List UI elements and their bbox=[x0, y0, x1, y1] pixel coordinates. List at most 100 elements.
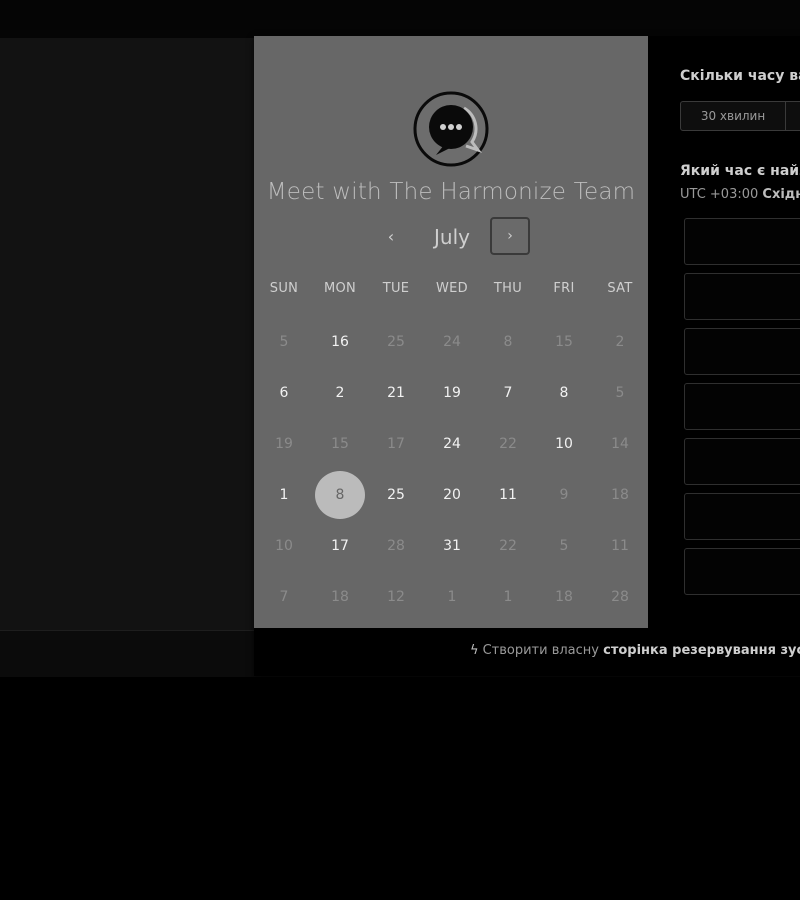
calendar-day-cell[interactable]: 25 bbox=[368, 469, 424, 520]
day-number: 21 bbox=[387, 384, 405, 401]
calendar-day-cell: 14 bbox=[592, 418, 648, 469]
day-number: 18 bbox=[555, 588, 573, 605]
selected-day-cell[interactable]: 8 bbox=[312, 469, 368, 520]
weekday-label: MON bbox=[323, 281, 357, 296]
calendar-week-row: 1 8 25 20 11 9 18 bbox=[256, 469, 648, 520]
day-number: 8 bbox=[315, 470, 365, 519]
day-number: 28 bbox=[387, 537, 405, 554]
day-number: 5 bbox=[279, 333, 289, 350]
previous-month-button[interactable]: ‹ bbox=[378, 220, 404, 254]
calendar-week-row: 6 2 21 19 7 8 5 bbox=[256, 367, 648, 418]
day-number: 6 bbox=[279, 384, 289, 401]
weekday-label: SAT bbox=[607, 281, 633, 296]
calendar-day-cell[interactable]: 31 bbox=[424, 520, 480, 571]
calendar-day-cell[interactable]: 1 bbox=[256, 469, 312, 520]
calendar-day-cell: 2 bbox=[592, 316, 648, 367]
day-number: 28 bbox=[611, 588, 629, 605]
chat-bubble-logo-icon bbox=[412, 90, 490, 168]
day-number: 24 bbox=[443, 333, 461, 350]
duration-option-30[interactable]: 30 хвилин bbox=[680, 101, 786, 131]
day-number: 12 bbox=[387, 588, 405, 605]
day-number: 9 bbox=[559, 486, 569, 503]
duration-options: 30 хвилин bbox=[680, 101, 800, 131]
calendar-day-cell: 11 bbox=[592, 520, 648, 571]
day-number: 1 bbox=[279, 486, 289, 503]
calendar-day-cell: 9 bbox=[536, 469, 592, 520]
calendar-day-cell[interactable]: 16 bbox=[312, 316, 368, 367]
day-number: 31 bbox=[443, 537, 461, 554]
day-number: 8 bbox=[559, 384, 569, 401]
calendar-day-cell[interactable]: 20 bbox=[424, 469, 480, 520]
day-number: 1 bbox=[447, 588, 457, 605]
calendar-day-cell: 7 bbox=[256, 571, 312, 622]
day-number: 7 bbox=[503, 384, 513, 401]
calendar-day-cell: 18 bbox=[536, 571, 592, 622]
time-slot-button[interactable] bbox=[684, 383, 800, 430]
calendar-day-cell[interactable]: 19 bbox=[424, 367, 480, 418]
calendar-day-cell[interactable]: 2 bbox=[312, 367, 368, 418]
calendar-day-cell[interactable]: 11 bbox=[480, 469, 536, 520]
calendar-week-row: 10 17 28 31 22 5 11 bbox=[256, 520, 648, 571]
time-slot-button[interactable] bbox=[684, 328, 800, 375]
day-number: 11 bbox=[611, 537, 629, 554]
day-number: 15 bbox=[555, 333, 573, 350]
time-slot-button[interactable] bbox=[684, 273, 800, 320]
day-number: 2 bbox=[335, 384, 345, 401]
weekday-label: WED bbox=[436, 281, 468, 296]
day-number: 24 bbox=[443, 435, 461, 452]
calendar-day-cell: 10 bbox=[256, 520, 312, 571]
day-number: 11 bbox=[499, 486, 517, 503]
calendar-day-cell[interactable]: 8 bbox=[536, 367, 592, 418]
time-slot-button[interactable] bbox=[684, 218, 800, 265]
calendar-day-cell[interactable]: 24 bbox=[424, 418, 480, 469]
calendar-day-cell: 28 bbox=[592, 571, 648, 622]
calendar-day-cell: 18 bbox=[312, 571, 368, 622]
day-number: 10 bbox=[275, 537, 293, 554]
day-number: 22 bbox=[499, 537, 517, 554]
calendar-day-cell: 8 bbox=[480, 316, 536, 367]
weekday-label: SUN bbox=[269, 281, 299, 296]
day-number: 8 bbox=[503, 333, 513, 350]
calendar-day-cell: 1 bbox=[480, 571, 536, 622]
day-number: 25 bbox=[387, 486, 405, 503]
calendar-day-cell[interactable]: 21 bbox=[368, 367, 424, 418]
calendar-day-cell[interactable]: 17 bbox=[312, 520, 368, 571]
top-bar bbox=[0, 0, 800, 38]
timezone-name: Східн bbox=[762, 187, 800, 202]
calendar-day-cell: 28 bbox=[368, 520, 424, 571]
calendar-week-row: 5 16 25 24 8 15 2 bbox=[256, 316, 648, 367]
calendar-day-cell: 15 bbox=[536, 316, 592, 367]
day-number: 18 bbox=[611, 486, 629, 503]
day-number: 19 bbox=[275, 435, 293, 452]
day-number: 5 bbox=[559, 537, 569, 554]
calendar-day-cell: 22 bbox=[480, 520, 536, 571]
time-slot-list bbox=[684, 218, 800, 603]
calendar-day-cell: 22 bbox=[480, 418, 536, 469]
weekday-label: THU bbox=[493, 281, 523, 296]
calendar-day-cell: 15 bbox=[312, 418, 368, 469]
time-slot-button[interactable] bbox=[684, 493, 800, 540]
day-number: 1 bbox=[503, 588, 513, 605]
day-number: 14 bbox=[611, 435, 629, 452]
calendar-day-cell[interactable]: 7 bbox=[480, 367, 536, 418]
day-number: 15 bbox=[331, 435, 349, 452]
next-month-button[interactable]: › bbox=[490, 217, 530, 255]
day-number: 19 bbox=[443, 384, 461, 401]
month-label: July bbox=[434, 225, 470, 249]
calendar-day-cell: 18 bbox=[592, 469, 648, 520]
calendar-day-cell[interactable]: 10 bbox=[536, 418, 592, 469]
day-number: 17 bbox=[387, 435, 405, 452]
time-slot-button[interactable] bbox=[684, 438, 800, 485]
left-background-pane bbox=[0, 38, 255, 630]
day-number: 5 bbox=[615, 384, 625, 401]
footer-link[interactable]: ϟ Створити власну сторінка резервування з… bbox=[470, 643, 800, 658]
calendar-day-cell[interactable]: 6 bbox=[256, 367, 312, 418]
calendar-day-cell: 25 bbox=[368, 316, 424, 367]
day-number: 16 bbox=[331, 333, 349, 350]
timezone-label[interactable]: UTC +03:00 Східн bbox=[680, 187, 800, 202]
time-slot-button[interactable] bbox=[684, 548, 800, 595]
day-number: 22 bbox=[499, 435, 517, 452]
calendar-week-row: 7 18 12 1 1 18 28 bbox=[256, 571, 648, 622]
duration-option-2[interactable] bbox=[786, 101, 800, 131]
time-selection-panel: Скільки часу ва 30 хвилин Який час є най… bbox=[648, 36, 800, 628]
